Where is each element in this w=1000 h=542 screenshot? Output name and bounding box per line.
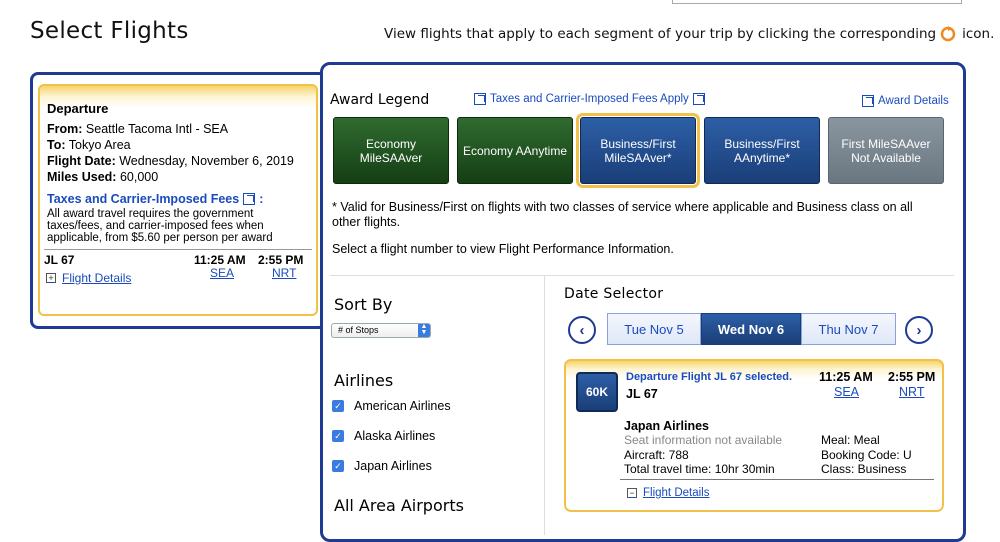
segment-heading: Departure (47, 101, 109, 116)
checkbox-checked-icon[interactable]: ✓ (332, 430, 344, 442)
departure-segment-card[interactable]: Departure From: Seattle Tacoma Intl - SE… (38, 84, 318, 316)
legend-first-milesaaver-unavailable: First MileSAAver Not Available (828, 117, 944, 184)
flight-booking-code: Booking Code: U (821, 448, 912, 462)
business-first-note: * Valid for Business/First on flights wi… (332, 200, 913, 229)
collapse-icon[interactable]: − (627, 488, 637, 498)
segment-flight-row: JL 67 11:25 AM 2:55 PM SEA NRT + Flight … (44, 250, 310, 286)
award-details-link[interactable]: Award Details (858, 95, 949, 107)
segment-arrive-time: 2:55 PM (258, 253, 304, 267)
external-link-icon (862, 95, 874, 107)
segment-miles: Miles Used: 60,000 (47, 170, 159, 184)
flight-arrive-time: 2:55 PM (888, 370, 936, 384)
segment-flight-number: JL 67 (44, 253, 75, 267)
legend-business-first-milesaaver[interactable]: Business/First MileSAAver* (576, 113, 700, 188)
flight-arrive-airport-link[interactable]: NRT (899, 385, 924, 399)
segment-from: From: Seattle Tacoma Intl - SEA (47, 122, 229, 136)
flight-airline: Japan Airlines (624, 419, 709, 433)
date-tab-thu-nov-7[interactable]: Thu Nov 7 (801, 313, 896, 345)
flight-aircraft: Aircraft: 788 (624, 448, 689, 462)
date-selector-title: Date Selector (564, 286, 664, 302)
sort-by-select[interactable]: # of Stops ▲ ▼ (331, 323, 431, 338)
chevron-right-icon[interactable]: › (905, 316, 933, 344)
airline-filter-label: Alaska Airlines (354, 429, 436, 443)
flight-seat-info: Seat information not available (624, 433, 783, 447)
sort-by-selected-value: # of Stops (338, 325, 379, 335)
segment-arrive-airport-link[interactable]: NRT (272, 266, 296, 280)
instructions: View flights that apply to each segment … (384, 26, 994, 42)
external-link-icon (692, 93, 705, 105)
flight-card-divider (620, 479, 934, 480)
segment-depart-time: 11:25 AM (194, 253, 246, 267)
airline-filter-japan[interactable]: ✓ Japan Airlines (332, 459, 432, 473)
page-title: Select Flights (30, 18, 189, 44)
date-tab-wed-nov-6[interactable]: Wed Nov 6 (701, 313, 801, 345)
instructions-text: View flights that apply to each segment … (384, 26, 937, 42)
expand-icon[interactable]: + (46, 273, 56, 283)
section-divider (330, 275, 954, 276)
segment-fees-link[interactable]: Taxes and Carrier-Imposed Fees : (47, 192, 310, 206)
flight-travel-time: Total travel time: 10hr 30min (624, 462, 775, 476)
airlines-title: Airlines (334, 371, 394, 390)
segment-to: To: Tokyo Area (47, 138, 131, 152)
award-legend-title: Award Legend (330, 92, 430, 108)
column-divider (544, 275, 545, 535)
top-search-field-stub (672, 0, 962, 4)
flight-depart-time: 11:25 AM (819, 370, 873, 384)
airline-filter-american[interactable]: ✓ American Airlines (332, 399, 451, 413)
external-link-icon (474, 93, 486, 105)
airline-filter-label: Japan Airlines (354, 459, 432, 473)
segment-date: Flight Date: Wednesday, November 6, 2019 (47, 154, 294, 168)
checkbox-checked-icon[interactable]: ✓ (332, 460, 344, 472)
sort-by-title: Sort By (334, 295, 393, 314)
instructions-suffix: icon. (962, 26, 995, 42)
chevron-left-icon[interactable]: ‹ (568, 316, 596, 344)
date-tab-tue-nov-5[interactable]: Tue Nov 5 (607, 313, 701, 345)
flight-number-link[interactable]: JL 67 (626, 387, 658, 401)
select-arrows-icon: ▲ ▼ (418, 323, 430, 337)
miles-badge-button[interactable]: 60K (576, 372, 618, 412)
flight-class: Class: Business (821, 462, 907, 476)
external-link-icon[interactable] (243, 193, 256, 205)
airline-filter-label: American Airlines (354, 399, 451, 413)
flight-depart-airport-link[interactable]: SEA (834, 385, 859, 399)
checkbox-checked-icon[interactable]: ✓ (332, 400, 344, 412)
segment-fees-text: All award travel requires the government… (47, 208, 273, 244)
legend-economy-milesaaver[interactable]: Economy MileSAAver (333, 117, 449, 184)
flight-meal: Meal: Meal (821, 433, 880, 447)
segment-depart-airport-link[interactable]: SEA (210, 266, 234, 280)
segment-refresh-icon (940, 26, 956, 42)
all-area-airports-title: All Area Airports (334, 496, 464, 515)
legend-fees-link[interactable]: Taxes and Carrier-Imposed Fees Apply (470, 93, 709, 105)
flight-details-link[interactable]: − Flight Details (627, 487, 709, 499)
select-flight-note: Select a flight number to view Flight Pe… (332, 242, 674, 256)
legend-economy-aanytime[interactable]: Economy AAnytime (457, 117, 573, 184)
airline-filter-alaska[interactable]: ✓ Alaska Airlines (332, 429, 435, 443)
flight-selected-status: Departure Flight JL 67 selected. (626, 371, 793, 383)
legend-business-first-aanytime[interactable]: Business/First AAnytime* (704, 117, 820, 184)
segment-flight-details-link[interactable]: + Flight Details (46, 271, 131, 285)
